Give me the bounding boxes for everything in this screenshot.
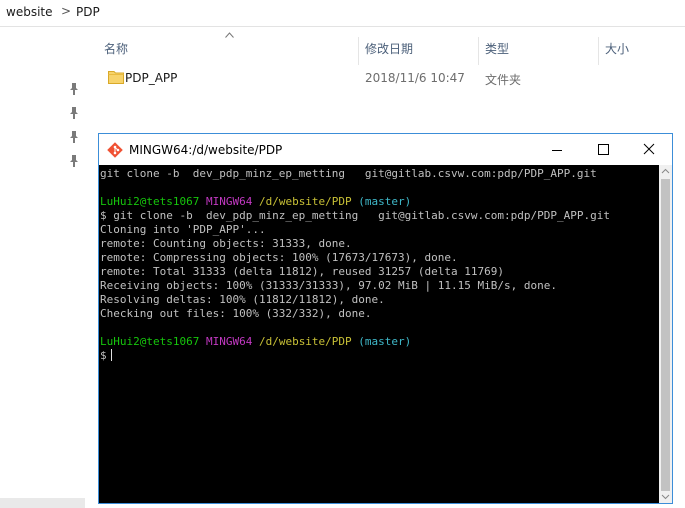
- terminal-text-segment: remote: Total 31333 (delta 11812), reuse…: [100, 265, 504, 278]
- breadcrumb-separator-icon: >: [61, 4, 72, 18]
- pin-icon[interactable]: [69, 155, 79, 167]
- column-modified[interactable]: 修改日期: [365, 40, 413, 57]
- git-logo-icon: [107, 142, 123, 158]
- breadcrumb-website[interactable]: website: [6, 5, 53, 19]
- terminal-text-segment: LuHui2@tets1067: [100, 335, 206, 348]
- terminal-line: LuHui2@tets1067 MINGW64 /d/website/PDP (…: [100, 335, 610, 349]
- nav-pane-scroll-area: [0, 498, 85, 508]
- terminal-line: remote: Total 31333 (delta 11812), reuse…: [100, 265, 610, 279]
- terminal-text-segment: $ git clone -b dev_pdp_minz_ep_metting g…: [100, 209, 610, 222]
- column-divider[interactable]: [358, 37, 359, 65]
- terminal-line: Receiving objects: 100% (31333/31333), 9…: [100, 279, 610, 293]
- file-row[interactable]: PDP_APP 2018/11/6 10:47 文件夹: [96, 67, 685, 89]
- folder-icon: [108, 70, 124, 84]
- terminal-text-segment: Cloning into 'PDP_APP'...: [100, 223, 266, 236]
- column-divider[interactable]: [478, 37, 479, 65]
- close-button[interactable]: [626, 134, 672, 165]
- terminal-line: Resolving deltas: 100% (11812/11812), do…: [100, 293, 610, 307]
- terminal-text-segment: remote: Counting objects: 31333, done.: [100, 237, 352, 250]
- terminal-text-segment: git clone -b dev_pdp_minz_ep_metting git…: [100, 167, 597, 180]
- terminal-text-segment: (master): [358, 195, 412, 208]
- terminal-text-segment: Checking out files: 100% (332/332), done…: [100, 307, 372, 320]
- column-size[interactable]: 大小: [605, 40, 629, 57]
- column-header: 名称 修改日期 类型 大小: [96, 27, 685, 67]
- column-divider[interactable]: [598, 37, 599, 65]
- terminal-text-segment: MINGW64: [205, 335, 259, 348]
- terminal-line: LuHui2@tets1067 MINGW64 /d/website/PDP (…: [100, 195, 610, 209]
- terminal-text-segment: /d/website/PDP: [258, 335, 359, 348]
- minimize-button[interactable]: [534, 134, 580, 165]
- terminal-line: $ git clone -b dev_pdp_minz_ep_metting g…: [100, 209, 610, 223]
- terminal-text-segment: Receiving objects: 100% (31333/31333), 9…: [100, 279, 557, 292]
- terminal-line: $: [100, 349, 610, 363]
- column-type[interactable]: 类型: [485, 40, 509, 57]
- terminal-output[interactable]: git clone -b dev_pdp_minz_ep_metting git…: [99, 165, 659, 503]
- scroll-up-icon[interactable]: [661, 167, 670, 176]
- breadcrumb-pdp[interactable]: PDP: [76, 5, 100, 19]
- terminal-text-segment: Resolving deltas: 100% (11812/11812), do…: [100, 293, 385, 306]
- terminal-text-segment: remote: Compressing objects: 100% (17673…: [100, 251, 458, 264]
- pin-icon[interactable]: [69, 131, 79, 143]
- scroll-down-icon[interactable]: [661, 492, 670, 501]
- terminal-line: remote: Counting objects: 31333, done.: [100, 237, 610, 251]
- address-bar[interactable]: website > PDP: [0, 0, 685, 27]
- maximize-button[interactable]: [580, 134, 626, 165]
- file-name[interactable]: PDP_APP: [125, 71, 177, 85]
- terminal-text-segment: /d/website/PDP: [258, 195, 359, 208]
- text-cursor: [110, 349, 112, 361]
- terminal-title: MINGW64:/d/website/PDP: [129, 143, 283, 157]
- minimize-icon: [552, 150, 562, 151]
- pin-icon[interactable]: [69, 107, 79, 119]
- terminal-lines: git clone -b dev_pdp_minz_ep_metting git…: [100, 167, 610, 363]
- terminal-titlebar[interactable]: MINGW64:/d/website/PDP: [99, 134, 672, 165]
- terminal-text-segment: (master): [358, 335, 412, 348]
- terminal-text-segment: MINGW64: [205, 195, 259, 208]
- terminal-line: Cloning into 'PDP_APP'...: [100, 223, 610, 237]
- terminal-line: git clone -b dev_pdp_minz_ep_metting git…: [100, 167, 610, 181]
- maximize-icon: [598, 144, 609, 155]
- close-icon: [643, 143, 655, 155]
- terminal-scrollbar[interactable]: [659, 165, 672, 503]
- terminal-line: Checking out files: 100% (332/332), done…: [100, 307, 610, 321]
- column-name[interactable]: 名称: [104, 40, 128, 57]
- scroll-thumb[interactable]: [661, 179, 670, 491]
- sort-ascending-icon: [225, 31, 234, 41]
- terminal-line: remote: Compressing objects: 100% (17673…: [100, 251, 610, 265]
- file-modified: 2018/11/6 10:47: [365, 71, 465, 85]
- navigation-pane[interactable]: [0, 27, 95, 508]
- terminal-text-segment: LuHui2@tets1067: [100, 195, 206, 208]
- file-type: 文件夹: [485, 73, 522, 87]
- terminal-text-segment: $: [100, 349, 107, 362]
- pin-icon[interactable]: [69, 83, 79, 95]
- terminal-window[interactable]: MINGW64:/d/website/PDP git clone -b dev_…: [98, 133, 673, 504]
